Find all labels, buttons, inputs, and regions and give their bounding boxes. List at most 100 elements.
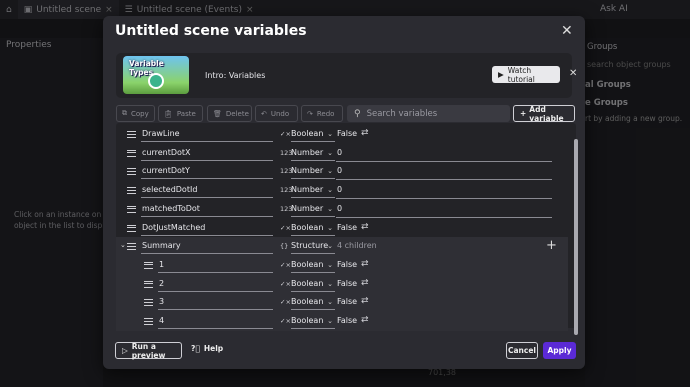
variable-type-label: Number [291,185,324,195]
variable-type-label: Boolean [291,316,324,325]
copy-button[interactable]: ⧉ Copy [116,105,155,122]
variable-row[interactable]: currentDotY 123 Number ⌄ 0 [116,162,568,181]
variable-name-field[interactable]: 3 [158,296,273,311]
variable-type-label: Number [291,203,324,213]
drag-handle-icon[interactable] [127,243,136,251]
drag-handle-icon[interactable] [127,224,136,232]
search-input[interactable] [366,108,497,119]
variable-name-field[interactable]: DotJustMatched [141,222,273,236]
variable-row[interactable]: 4 ✓× Boolean ⌄ False ⇄ [116,312,568,331]
drag-handle-icon[interactable] [144,318,153,325]
variable-name-field[interactable]: Summary [141,240,273,255]
variable-name-field[interactable]: currentDotY [141,165,273,180]
structure-row[interactable]: ⌄ Summary{} Structure ⌄ 4 children + [116,237,568,257]
variable-value[interactable]: False [337,316,357,325]
variable-value[interactable]: False [337,129,357,138]
undo-button[interactable]: ↶ Undo [255,105,298,122]
drag-handle-icon[interactable] [127,149,136,157]
variable-value[interactable]: 0 [337,204,342,213]
toggle-icon[interactable]: ⇄ [361,315,369,325]
variable-type-select[interactable]: Boolean ⌄ [291,128,335,142]
undo-icon: ↶ [261,109,267,118]
variable-type-label: Number [291,147,324,157]
variable-value[interactable]: False [337,223,357,232]
variable-name-field[interactable]: selectedDotId [141,184,273,199]
search-icon: ⚲ [354,108,361,119]
help-button[interactable]: ?⃝ Help [191,344,223,353]
variable-type-select[interactable]: Boolean ⌄ [291,222,335,236]
variable-row[interactable]: currentDotX 123 Number ⌄ 0 [116,144,568,163]
redo-button[interactable]: ↷ Redo [301,105,343,122]
toggle-icon[interactable]: ⇄ [361,259,369,269]
chevron-down-icon[interactable]: ⌄ [120,241,126,249]
watch-tutorial-button[interactable]: ▶ Watch tutorial [492,66,560,84]
variable-type-select[interactable]: Number ⌄ [291,203,335,217]
variable-type-select[interactable]: Number ⌄ [291,184,335,199]
variable-type-select[interactable]: Boolean ⌄ [291,315,335,329]
tutorial-thumbnail: Variable Types [123,56,189,94]
variable-type-label: Boolean [291,297,324,307]
children-count: 4 children [337,241,377,251]
add-child-plus-icon[interactable]: + [546,238,557,253]
run-preview-button[interactable]: ▷ Run a preview [115,342,182,360]
chevron-down-icon: ⌄ [327,186,333,195]
variable-value[interactable]: False [337,279,357,288]
drag-handle-icon[interactable] [144,280,153,288]
play-icon: ▶ [498,70,504,79]
toggle-icon[interactable]: ⇄ [361,222,369,232]
delete-button[interactable]: 🗑︎ Delete [207,105,252,122]
drag-handle-icon[interactable] [144,261,153,269]
cancel-button[interactable]: Cancel [506,342,538,359]
variable-type-label: Boolean [291,222,324,232]
paste-button[interactable]: 📋︎ Paste [158,105,203,122]
apply-button[interactable]: Apply [543,342,576,359]
variable-type-select[interactable]: Number ⌄ [291,147,335,161]
variable-type-select[interactable]: Structure ⌄ [291,240,335,255]
trash-icon: 🗑︎ [213,109,222,118]
variable-type-select[interactable]: Number ⌄ [291,165,335,180]
drag-handle-icon[interactable] [127,205,136,213]
drag-handle-icon[interactable] [127,187,136,195]
variable-name-field[interactable]: 4 [158,315,273,329]
scrollbar[interactable] [574,139,578,335]
tutorial-label: Intro: Variables [205,71,266,80]
toggle-icon[interactable]: ⇄ [361,128,369,138]
variable-name-field[interactable]: currentDotX [141,147,273,161]
redo-label: Redo [316,109,335,118]
type-icon: ✓× [280,279,291,288]
help-label: Help [203,344,224,353]
variable-row[interactable]: 2 ✓× Boolean ⌄ False ⇄ [116,274,568,294]
variable-type-select[interactable]: Boolean ⌄ [291,296,335,311]
variable-name-field[interactable]: matchedToDot [141,203,273,217]
variable-value[interactable]: 0 [337,166,342,175]
toggle-icon[interactable]: ⇄ [361,296,369,306]
drag-handle-icon[interactable] [127,168,136,176]
drag-handle-icon[interactable] [144,299,153,307]
variable-type-select[interactable]: Boolean ⌄ [291,278,335,292]
add-variable-button[interactable]: + Add variable [513,105,575,123]
variable-row[interactable]: matchedToDot 123 Number ⌄ 0 [116,200,568,219]
variable-row[interactable]: DrawLine ✓× Boolean ⌄ False ⇄ [116,125,568,144]
variable-name-field[interactable]: DrawLine [141,128,273,142]
variable-type-label: Boolean [291,129,324,138]
toggle-icon[interactable]: ⇄ [361,278,369,288]
variable-row[interactable]: 3 ✓× Boolean ⌄ False ⇄ [116,293,568,313]
plus-icon: + [520,109,527,118]
variable-name-field[interactable]: 2 [158,278,273,292]
variable-row[interactable]: DotJustMatched ✓× Boolean ⌄ False ⇄ [116,219,568,238]
variable-row[interactable]: 1 ✓× Boolean ⌄ False ⇄ [116,255,568,275]
variable-value[interactable]: False [337,297,357,306]
close-icon[interactable]: ✕ [561,23,573,39]
drag-handle-icon[interactable] [127,131,136,138]
variable-row[interactable]: selectedDotId 123 Number ⌄ 0 [116,181,568,200]
variable-name-field[interactable]: 1 [158,259,273,273]
undo-label: Undo [270,109,290,118]
variable-value[interactable]: 0 [337,185,342,194]
variable-type-select[interactable]: Boolean ⌄ [291,259,335,273]
variable-value[interactable]: False [337,260,357,269]
type-icon: ✓× [280,260,291,269]
chevron-down-icon: ⌄ [327,130,333,138]
close-icon[interactable]: ✕ [569,68,577,79]
variable-value[interactable]: 0 [337,148,342,157]
variable-type-label: Structure [291,241,329,251]
